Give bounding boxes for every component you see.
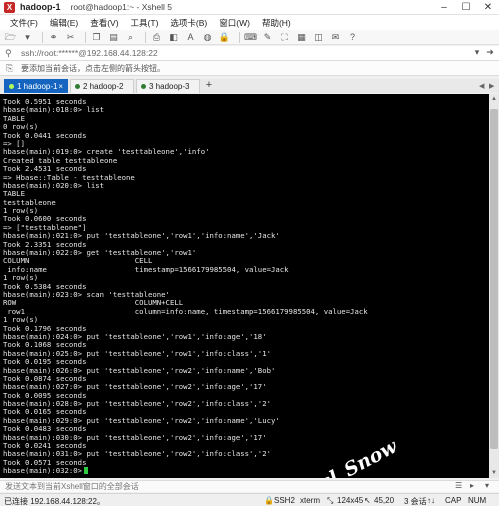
- terminal-line: TABLE: [3, 114, 489, 123]
- terminal-line-text: hbase(main):032:0>: [3, 466, 83, 476]
- info-bar: ⎘ 要添加当前会话，点击左侧的箭头按钮。: [0, 61, 499, 76]
- close-icon[interactable]: ✕: [477, 0, 499, 15]
- session-address-input[interactable]: [21, 47, 461, 59]
- connected-status-icon: [141, 84, 146, 89]
- toolbar-divider: [145, 31, 146, 43]
- terminal-line: hbase(main):018:0> list: [3, 106, 489, 114]
- menu-file[interactable]: 文件(F): [4, 17, 44, 29]
- menu-help[interactable]: 帮助(H): [256, 17, 297, 29]
- info-text: 要添加当前会话，点击左侧的箭头按钮。: [21, 63, 165, 73]
- lock-icon: 🔒: [264, 496, 274, 505]
- find-icon[interactable]: ⌕: [124, 32, 137, 43]
- scroll-up-icon[interactable]: ▲: [489, 94, 499, 104]
- add-tab-button[interactable]: +: [202, 79, 216, 93]
- disconnect-icon[interactable]: ✂: [64, 32, 77, 43]
- terminal-size-status: 124x45: [337, 496, 364, 505]
- font-icon[interactable]: A: [184, 32, 197, 43]
- toolbar: 🗁 ▾ ⚭ ✂ ❐ ▤ ⌕ ⎙ ◧ A ◍ 🔒 ⌨ ✎ ⛶ ▦ ◫ ✉ ?: [0, 30, 499, 45]
- tab-label: 1 hadoop-1: [17, 82, 58, 91]
- terminal-cursor: [84, 467, 89, 475]
- scrollbar-thumb[interactable]: [490, 109, 498, 449]
- menu-bar: 文件(F) 编辑(E) 查看(V) 工具(T) 选项卡(B) 窗口(W) 帮助(…: [0, 15, 499, 30]
- menu-tab[interactable]: 选项卡(B): [164, 17, 213, 29]
- toolbar-divider: [85, 31, 86, 43]
- terminal-line: row1 column=info:name, timestamp=1566179…: [3, 306, 489, 316]
- layout-icon[interactable]: ▦: [295, 32, 308, 43]
- xshell-logo-icon: X: [4, 1, 15, 13]
- terminal-output[interactable]: Took 0.5951 seconds hbase(main):018:0> li…: [0, 94, 489, 478]
- cap-indicator: CAP: [445, 496, 462, 505]
- toolbar-divider: [239, 31, 240, 43]
- globe-icon[interactable]: ◍: [201, 32, 214, 43]
- nav-arrows-icon[interactable]: ↑↓: [427, 496, 435, 505]
- connected-status-icon: [9, 84, 14, 89]
- tab-hadoop-1[interactable]: 1 hadoop-1 ×: [4, 79, 68, 93]
- compose-send-icon[interactable]: ▸: [470, 481, 474, 490]
- terminal-line: testtableone: [3, 198, 489, 207]
- script-icon[interactable]: ✎: [261, 32, 274, 43]
- maximize-icon[interactable]: ☐: [455, 0, 477, 15]
- window-tab-title: hadoop-1: [20, 2, 61, 12]
- chevron-down-icon[interactable]: ▾: [471, 47, 483, 59]
- window-title: root@hadoop1:~ - Xshell 5: [70, 2, 173, 12]
- status-bar: 已连接 192.168.44.128:22。 🔒 SSH2 xterm ⤡ 12…: [0, 493, 499, 506]
- terminal-lines: Took 0.5951 seconds hbase(main):018:0> li…: [3, 97, 489, 476]
- terminal-line-text: row1 column=info:name, timestamp=1566179…: [3, 306, 368, 316]
- menu-tools[interactable]: 工具(T): [125, 17, 165, 29]
- toolbar-divider: [42, 31, 43, 43]
- cursor-position-status: 45,20: [374, 496, 395, 505]
- connected-status-icon: [75, 84, 80, 89]
- terminal-prompt: hbase(main):032:0>: [3, 466, 489, 476]
- protocol-status: SSH2: [274, 496, 295, 505]
- address-bar: ⚲ ▾ ➜: [0, 46, 499, 61]
- compose-options-icon[interactable]: ▾: [485, 481, 489, 490]
- open-folder-icon[interactable]: ▾: [21, 32, 34, 43]
- resize-icon: ⤡: [327, 496, 334, 505]
- num-indicator: NUM: [468, 496, 487, 505]
- menu-view[interactable]: 查看(V): [84, 17, 124, 29]
- terminal-line: TABLE: [3, 190, 489, 198]
- tab-label: 2 hadoop-2: [83, 82, 124, 91]
- tab-label: 3 hadoop-3: [149, 82, 190, 91]
- compose-menu-icon[interactable]: ☰: [455, 481, 462, 490]
- tab-hadoop-2[interactable]: 2 hadoop-2: [70, 79, 134, 93]
- paste-icon[interactable]: ▤: [107, 32, 120, 43]
- cursor-icon: ↖: [364, 496, 371, 505]
- terminal-type-status: xterm: [300, 496, 320, 505]
- new-session-icon[interactable]: 🗁: [4, 32, 17, 43]
- session-tab-bar: 1 hadoop-1 × 2 hadoop-2 3 hadoop-3 + ◀ ▶: [0, 79, 499, 93]
- connection-status: 已连接 192.168.44.128:22。: [4, 497, 105, 506]
- tab-close-icon[interactable]: ×: [58, 82, 63, 91]
- copy-icon[interactable]: ❐: [90, 32, 103, 43]
- lock-icon[interactable]: 🔒: [218, 32, 231, 43]
- tab-next-icon[interactable]: ▶: [489, 82, 494, 90]
- menu-window[interactable]: 窗口(W): [213, 17, 256, 29]
- color-scheme-icon[interactable]: ◧: [167, 32, 180, 43]
- session-count-status: 3 会话: [404, 497, 427, 506]
- keyboard-icon[interactable]: ⌨: [244, 32, 257, 43]
- terminal-line-text: info:name timestamp=1566179985504, value…: [3, 264, 289, 274]
- compose-input[interactable]: [5, 481, 415, 492]
- tab-prev-icon[interactable]: ◀: [479, 82, 484, 90]
- scroll-down-icon[interactable]: ▼: [489, 468, 499, 478]
- terminal-line: Took 0.0441 seconds: [3, 131, 489, 140]
- link-icon: ⚲: [5, 47, 12, 58]
- link-icon[interactable]: ⚭: [47, 32, 60, 43]
- compose-bar: ☰ ▸ ▾: [0, 480, 499, 492]
- minimize-icon[interactable]: –: [433, 0, 455, 15]
- help-icon[interactable]: ?: [346, 32, 359, 43]
- transparency-icon[interactable]: ◫: [312, 32, 325, 43]
- terminal-line: info:name timestamp=1566179985504, value…: [3, 264, 489, 274]
- compose-icon[interactable]: ✉: [329, 32, 342, 43]
- print-icon[interactable]: ⎙: [150, 32, 163, 43]
- menu-edit[interactable]: 编辑(E): [44, 17, 84, 29]
- terminal-scrollbar[interactable]: ▲ ▼: [489, 94, 499, 478]
- bookmark-icon[interactable]: ⎘: [6, 63, 17, 74]
- tab-hadoop-3[interactable]: 3 hadoop-3: [136, 79, 200, 93]
- title-bar: X hadoop-1 root@hadoop1:~ - Xshell 5 – ☐…: [0, 0, 499, 15]
- terminal-line: hbase(main):020:0> list: [3, 181, 489, 190]
- fullscreen-icon[interactable]: ⛶: [278, 32, 291, 43]
- go-arrow-icon[interactable]: ➜: [484, 47, 496, 59]
